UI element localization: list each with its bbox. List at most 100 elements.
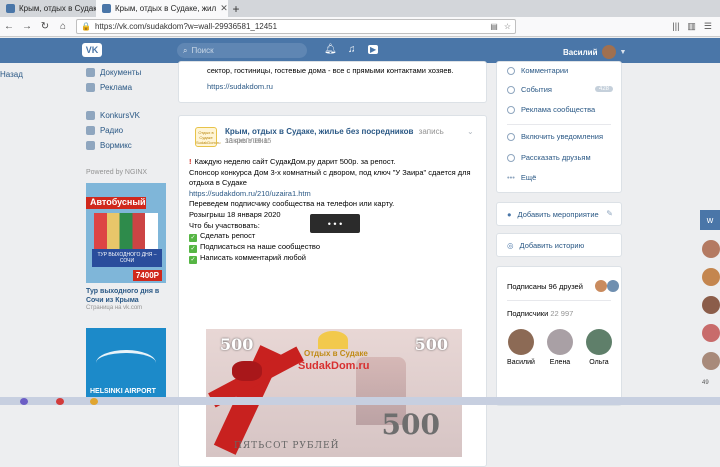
post-line: отдыха в Судаке <box>189 178 247 188</box>
add-story-card[interactable]: ◎ Добавить историю <box>496 233 622 257</box>
previous-post: сектор, гостиницы, гостевые дома - все с… <box>178 61 487 103</box>
search-placeholder: Поиск <box>191 46 214 55</box>
chevron-down-icon: ▼ <box>619 48 627 56</box>
add-event-button[interactable]: ● Добавить мероприятие <box>507 210 599 219</box>
viber-icon[interactable] <box>20 398 28 405</box>
widget-count: 49 <box>702 380 709 386</box>
reload-icon[interactable]: ↻ <box>36 21 54 32</box>
ad-title[interactable]: Тур выходного дня в Сочи из Крыма <box>86 287 166 305</box>
post-link[interactable]: https://sudakdom.ru/210/uzaira1.htm <box>189 189 479 200</box>
user-menu[interactable]: Василий ▼ <box>563 45 626 59</box>
divider <box>507 124 611 125</box>
opera-icon[interactable] <box>56 398 64 405</box>
wall-feed: сектор, гостиницы, гостевые дома - все с… <box>178 61 487 467</box>
pinned-post: Отдых в Судаке SudakDom.ru Крым, отдых в… <box>178 115 487 467</box>
menu-item-notifications[interactable]: Включить уведомления <box>507 132 603 141</box>
folder-icon[interactable] <box>90 398 98 405</box>
bookmark-star-icon[interactable]: ☆ <box>504 22 511 31</box>
sidebar-item-wormix[interactable]: Вормикс <box>86 141 132 150</box>
new-tab-button[interactable]: + <box>228 0 244 17</box>
calendar-icon <box>507 85 515 94</box>
game-icon <box>86 141 95 150</box>
home-icon[interactable]: ⌂ <box>54 21 72 32</box>
subscriber-item[interactable]: Василий <box>507 329 535 366</box>
add-event-card[interactable]: ● Добавить мероприятие ✎ <box>496 202 622 226</box>
vk-favicon-icon <box>102 4 111 13</box>
post-author-name[interactable]: Крым, отдых в Судаке, жилье без посредни… <box>225 127 413 136</box>
browser-toolbar: ← → ↻ ⌂ 🔒 https://vk.com/sudakdom?w=wall… <box>0 17 720 37</box>
docs-icon <box>86 68 95 77</box>
add-story-button[interactable]: ◎ Добавить историю <box>507 241 584 250</box>
close-icon[interactable]: ✕ <box>216 3 228 14</box>
radio-icon <box>86 126 95 135</box>
post-date[interactable]: 13 янв в 18:15 <box>225 138 271 145</box>
sidebar-item-label: Радио <box>100 126 124 135</box>
back-link[interactable]: Назад <box>0 70 23 79</box>
edit-icon[interactable]: ✎ <box>606 209 613 218</box>
subscriber-item[interactable]: Елена <box>546 329 574 366</box>
avatar[interactable] <box>702 324 720 342</box>
back-arrow-icon[interactable]: ← <box>0 21 18 32</box>
sidebar-icon[interactable]: ▥ <box>687 21 696 32</box>
avatar <box>586 329 612 355</box>
sidebar-item-ads[interactable]: Реклама <box>86 83 132 92</box>
sidebar-item-documents[interactable]: Документы <box>86 68 141 77</box>
avatar[interactable] <box>702 268 720 286</box>
browser-tab-2[interactable]: Крым, отдых в Судаке, жил ✕ <box>96 0 228 17</box>
menu-item-more[interactable]: ••• Ещё <box>507 173 536 182</box>
sidebar-item-label: Реклама <box>100 83 133 92</box>
post-line: ✓ Подписаться на наше сообщество <box>189 242 320 254</box>
events-count-badge: 428 <box>594 86 613 92</box>
vk-widget-icon[interactable]: w <box>700 210 720 230</box>
friend-mini-avatar[interactable] <box>595 280 607 292</box>
loading-overlay: • • • <box>310 214 360 233</box>
sidebar-item-radio[interactable]: Радио <box>86 126 123 135</box>
avatar[interactable] <box>702 296 720 314</box>
menu-item-comments[interactable]: Комментарии <box>507 66 568 75</box>
megaphone-icon <box>507 153 515 162</box>
menu-item-community-ads[interactable]: Реклама сообщества <box>507 105 595 114</box>
avatar <box>601 45 616 59</box>
ad-banner-helsinki[interactable]: HELSINKI AIRPORT Finavia · Air travel wi… <box>86 328 166 402</box>
post-line: ✓ Написать комментарий любой <box>189 253 306 265</box>
friend-mini-avatar[interactable] <box>607 280 619 292</box>
library-icon[interactable]: ||| <box>672 21 679 32</box>
url-text: https://vk.com/sudakdom?w=wall-29936581_… <box>94 22 278 31</box>
video-icon[interactable]: ▶ <box>368 45 379 54</box>
subscribers-title[interactable]: Подписчики 22 997 <box>507 309 573 318</box>
ads-icon <box>86 83 95 92</box>
sun-logo-icon <box>318 331 348 349</box>
community-menu: Комментарии События 428 Реклама сообщест… <box>496 61 622 193</box>
forward-arrow-icon[interactable]: → <box>18 21 36 32</box>
post-line: Спонсор конкурса Дом 3-х комнатный с дво… <box>189 167 471 177</box>
app-icon <box>86 111 95 120</box>
more-dots-icon: ••• <box>507 173 515 182</box>
post-image[interactable]: Отдых в Судаке SudakDom.ru 500 500 500 П… <box>206 329 462 457</box>
avatar[interactable] <box>702 352 720 370</box>
checkmark-icon: ✓ <box>189 245 197 254</box>
ad-banner-title: Автобусный <box>90 197 146 207</box>
subscriber-item[interactable]: Ольга <box>585 329 613 366</box>
search-input[interactable]: ⌕ Поиск <box>177 43 307 58</box>
vk-logo-icon[interactable]: VK <box>82 43 102 57</box>
post-link[interactable]: https://sudakdom.ru <box>207 82 273 91</box>
reader-icon[interactable]: ▤ <box>490 22 498 31</box>
sidebar-item-konkursvk[interactable]: KonkursVK <box>86 111 140 120</box>
browser-tab-1[interactable]: Крым, отдых в Судаке, ж ✕ <box>0 0 96 17</box>
camera-icon: ◎ <box>507 241 514 250</box>
community-avatar[interactable]: Отдых в Судаке SudakDom.ru <box>195 127 220 147</box>
menu-item-share[interactable]: Рассказать друзьям <box>507 153 591 162</box>
friends-subscribed[interactable]: Подписаны 96 друзей <box>507 282 583 291</box>
bell-icon[interactable]: 🔔︎ <box>324 44 337 55</box>
music-icon[interactable]: ♫ <box>348 44 356 55</box>
right-edge-strip: w 49 <box>700 210 720 390</box>
address-bar[interactable]: 🔒 https://vk.com/sudakdom?w=wall-2993658… <box>76 19 516 34</box>
menu-icon[interactable]: ☰ <box>704 21 712 32</box>
chevron-down-icon[interactable]: ⌄ <box>467 127 474 136</box>
ad-banner-bus-tour[interactable]: Автобусный ТУР ВЫХОДНОГО ДНЯ – СОЧИ 7400… <box>86 183 166 283</box>
powered-by: Powered by NGINX <box>86 169 148 176</box>
post-text: сектор, гостиницы, гостевые дома - все с… <box>207 66 454 75</box>
comments-icon <box>507 66 515 75</box>
avatar[interactable] <box>702 240 720 258</box>
checkmark-icon: ✓ <box>189 234 197 243</box>
